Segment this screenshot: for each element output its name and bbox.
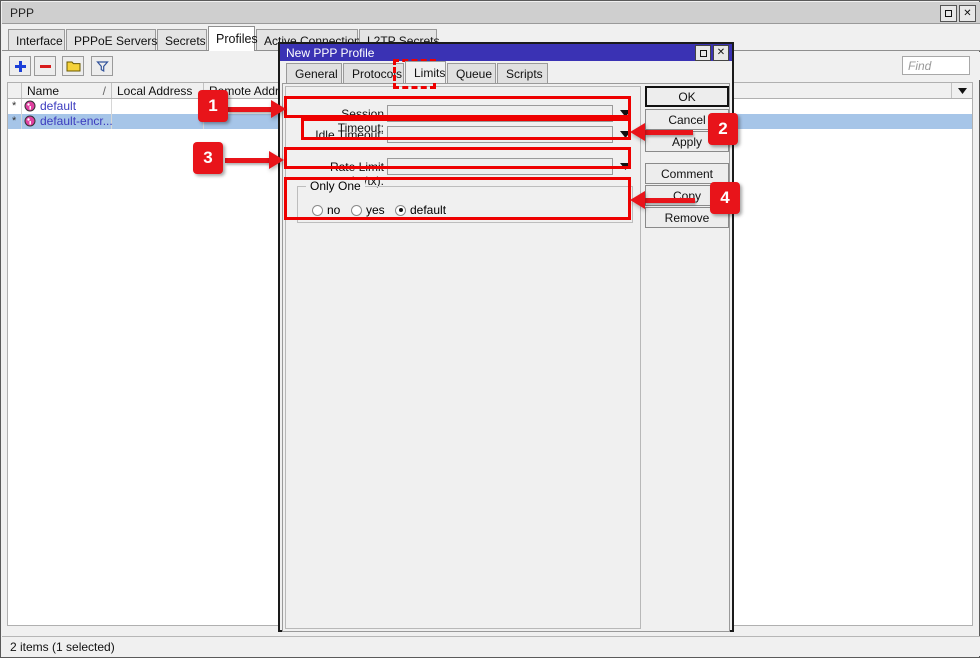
tab-general[interactable]: General — [286, 63, 342, 83]
session-timeout-input[interactable] — [387, 105, 613, 122]
sort-indicator: / — [103, 84, 106, 98]
column-name[interactable]: Name / — [22, 83, 112, 98]
maximize-icon[interactable] — [940, 5, 957, 22]
tab-limits[interactable]: Limits — [405, 61, 446, 83]
session-timeout-dropdown[interactable] — [614, 105, 636, 122]
callout-4: 4 — [710, 182, 740, 214]
radio-label: no — [327, 203, 340, 217]
filter-button[interactable] — [91, 56, 113, 76]
callout-number: 4 — [720, 188, 729, 208]
tab-secrets[interactable]: Secrets — [157, 29, 207, 51]
tab-interface[interactable]: Interface — [8, 29, 65, 51]
ok-button[interactable]: OK — [645, 86, 729, 107]
column-flag[interactable] — [8, 83, 22, 98]
search-input[interactable]: Find — [902, 56, 970, 75]
column-label: Local Address — [117, 84, 192, 98]
close-icon[interactable]: ✕ — [713, 45, 729, 61]
column-local-address[interactable]: Local Address — [112, 83, 204, 98]
folder-icon — [63, 57, 83, 75]
main-titlebar: PPP ✕ — [2, 2, 980, 24]
radio-dot — [351, 205, 362, 216]
only-one-group: Only One no yes default — [297, 186, 633, 223]
screen: PPP ✕ Interface PPPoE Servers Secrets Pr… — [0, 0, 980, 658]
tab-label: Profiles — [216, 32, 258, 46]
dialog-title: New PPP Profile — [286, 46, 374, 60]
maximize-icon[interactable] — [695, 45, 711, 61]
tab-label: Limits — [414, 66, 445, 80]
callout-number: 3 — [203, 148, 212, 168]
callout-1: 1 — [198, 90, 228, 122]
button-label: Comment — [661, 167, 713, 181]
radio-yes[interactable]: yes — [351, 203, 385, 217]
rate-limit-dropdown[interactable] — [614, 158, 636, 175]
status-bar: 2 items (1 selected) — [2, 636, 980, 656]
remove-button[interactable] — [34, 56, 56, 76]
profile-icon — [24, 115, 36, 130]
minus-icon — [35, 57, 55, 75]
button-label: OK — [678, 90, 695, 104]
idle-timeout-label: Idle Timeout: — [311, 128, 384, 142]
radio-label: default — [410, 203, 446, 217]
button-label: Apply — [672, 135, 702, 149]
callout-3: 3 — [193, 142, 223, 174]
rate-limit-input[interactable] — [387, 158, 613, 175]
tab-label: General — [295, 67, 338, 81]
row-name: default — [40, 99, 76, 113]
tab-queue[interactable]: Queue — [447, 63, 496, 83]
profile-icon — [24, 100, 36, 115]
dialog-tabstrip: General Protocols Limits Queue Scripts — [280, 61, 732, 83]
tab-label: Scripts — [506, 67, 543, 81]
status-text: 2 items (1 selected) — [10, 640, 115, 654]
tab-label: PPPoE Servers — [74, 34, 157, 48]
callout-number: 1 — [208, 96, 217, 116]
button-label: Cancel — [668, 113, 705, 127]
comment-button[interactable]: Comment — [645, 163, 729, 184]
add-button[interactable] — [9, 56, 31, 76]
tab-profiles[interactable]: Profiles — [208, 26, 255, 51]
radio-dot — [312, 205, 323, 216]
tab-label: Queue — [456, 67, 492, 81]
search-placeholder: Find — [908, 59, 931, 73]
row-flag: * — [12, 100, 16, 112]
callout-2: 2 — [708, 113, 738, 145]
close-icon[interactable]: ✕ — [959, 5, 976, 22]
only-one-legend: Only One — [306, 179, 365, 193]
dialog-window-controls: ✕ — [695, 45, 729, 61]
window-controls: ✕ — [940, 5, 976, 22]
row-name: default-encr... — [40, 114, 113, 128]
radio-label: yes — [366, 203, 385, 217]
enable-button[interactable] — [62, 56, 84, 76]
idle-timeout-input[interactable] — [387, 126, 613, 143]
limits-form: Session Timeout: Idle Timeout: Rate Limi… — [285, 86, 641, 629]
funnel-icon — [92, 57, 112, 75]
radio-dot — [395, 205, 406, 216]
tab-pppoe-servers[interactable]: PPPoE Servers — [66, 29, 156, 51]
tab-label: Interface — [16, 34, 63, 48]
main-window-title: PPP — [10, 6, 34, 20]
column-label: Name — [27, 84, 59, 98]
tab-label: Protocols — [352, 67, 402, 81]
radio-default[interactable]: default — [395, 203, 446, 217]
tab-label: Secrets — [165, 34, 206, 48]
tab-protocols[interactable]: Protocols — [343, 63, 404, 83]
row-flag: * — [12, 115, 16, 127]
radio-no[interactable]: no — [312, 203, 340, 217]
callout-number: 2 — [718, 119, 727, 139]
button-label: Remove — [665, 211, 710, 225]
column-menu-icon[interactable] — [951, 83, 972, 98]
dialog-panel: Session Timeout: Idle Timeout: Rate Limi… — [282, 83, 730, 632]
tab-scripts[interactable]: Scripts — [497, 63, 548, 83]
dialog-titlebar[interactable]: New PPP Profile ✕ — [280, 44, 732, 61]
plus-icon — [10, 57, 30, 75]
